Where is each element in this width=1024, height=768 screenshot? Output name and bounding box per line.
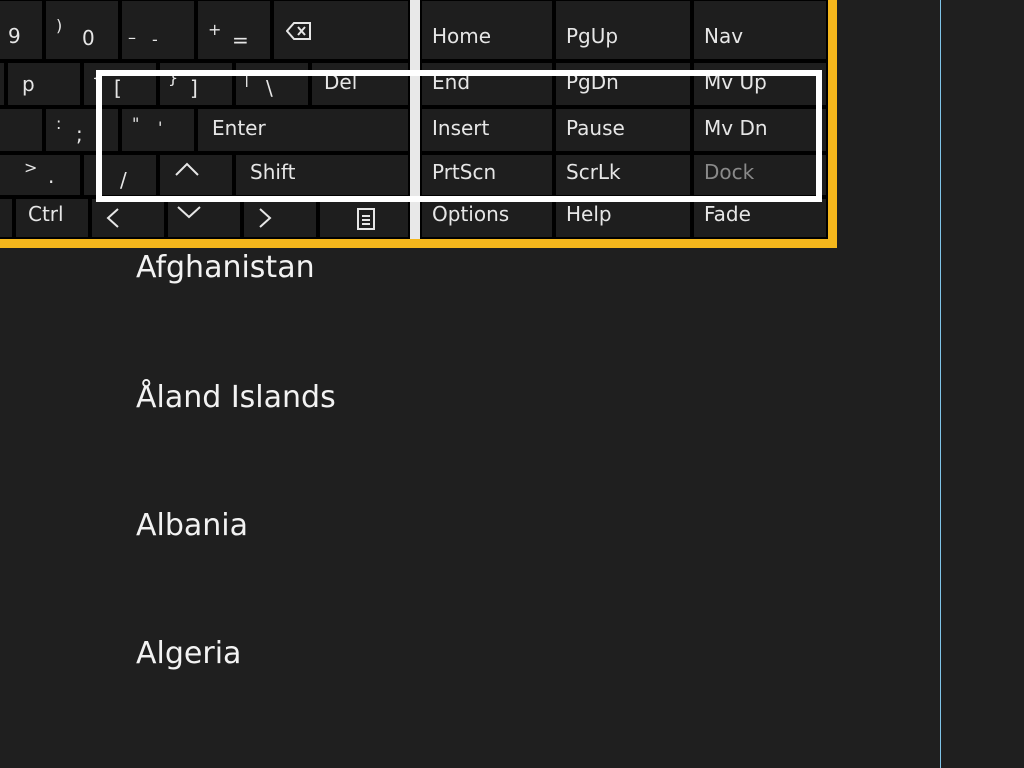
country-item[interactable]: Algeria xyxy=(136,636,241,672)
key-quote[interactable]: " ' xyxy=(120,107,196,153)
key-shift-label: " xyxy=(132,114,140,133)
key-label: ] xyxy=(190,76,198,100)
key-right-bracket[interactable]: } ] xyxy=(158,61,234,107)
key-help[interactable]: Help xyxy=(554,197,692,239)
key-right-arrow[interactable] xyxy=(242,197,318,239)
key-ctrl[interactable]: Ctrl xyxy=(14,197,90,239)
key-label: End xyxy=(432,70,471,94)
key-label: Mv Up xyxy=(704,70,767,94)
key-slash[interactable]: / xyxy=(82,153,158,197)
key-label: - xyxy=(152,30,158,49)
key-backspace[interactable] xyxy=(272,0,410,61)
key-shift-label: } xyxy=(168,68,179,87)
key-pgup[interactable]: PgUp xyxy=(554,0,692,61)
key-insert[interactable]: Insert xyxy=(420,107,554,153)
key-p[interactable]: p xyxy=(6,61,82,107)
key-equals[interactable]: + = xyxy=(196,0,272,61)
key-minus[interactable]: – - xyxy=(120,0,196,61)
on-screen-keyboard: 9 ) 0 – - + = p { [ } ] | \ Del : ; " ' … xyxy=(0,0,837,248)
context-menu-icon xyxy=(356,207,376,235)
key-label: \ xyxy=(266,76,273,100)
key-label: . xyxy=(48,164,55,188)
key-shift-label: : xyxy=(56,114,62,133)
key-label: PrtScn xyxy=(432,160,497,184)
key-dock[interactable]: Dock xyxy=(692,153,828,197)
key-move-down[interactable]: Mv Dn xyxy=(692,107,828,153)
scrollbar-track-line xyxy=(940,0,941,768)
key-label: Nav xyxy=(704,24,744,48)
key-left-arrow[interactable] xyxy=(90,197,166,239)
key-shift-label: + xyxy=(208,20,222,39)
key-label: p xyxy=(22,72,35,96)
backspace-icon xyxy=(285,21,312,45)
key-move-up[interactable]: Mv Up xyxy=(692,61,828,107)
key-period[interactable]: > . xyxy=(0,153,82,197)
key-label: PgDn xyxy=(566,70,619,94)
key-label: Options xyxy=(432,202,510,226)
section-divider xyxy=(410,0,420,239)
key-prtscn[interactable]: PrtScn xyxy=(420,153,554,197)
key-backslash[interactable]: | \ xyxy=(234,61,310,107)
key-label: Dock xyxy=(704,160,755,184)
key-fade[interactable]: Fade xyxy=(692,197,828,239)
key-label: Pause xyxy=(566,116,625,140)
key-label: = xyxy=(232,28,249,52)
key-shift-label: { xyxy=(92,68,103,87)
key-end[interactable]: End xyxy=(420,61,554,107)
key-label: Enter xyxy=(212,116,266,140)
key-label: 9 xyxy=(8,24,21,48)
key-label: Del xyxy=(324,70,358,94)
key-pgdn[interactable]: PgDn xyxy=(554,61,692,107)
key-label: [ xyxy=(114,76,122,100)
country-item[interactable]: Afghanistan xyxy=(136,250,315,286)
key-fn-partial[interactable] xyxy=(0,197,14,239)
country-item[interactable]: Albania xyxy=(136,508,248,544)
key-label: Shift xyxy=(250,160,296,184)
key-label: ; xyxy=(76,122,83,146)
key-label: Fade xyxy=(704,202,751,226)
up-arrow-icon xyxy=(174,159,200,181)
key-shift-label: | xyxy=(244,68,250,87)
key-0[interactable]: ) 0 xyxy=(44,0,120,61)
key-label: PgUp xyxy=(566,24,619,48)
key-home[interactable]: Home xyxy=(420,0,554,61)
key-9[interactable]: 9 xyxy=(0,0,44,61)
key-options[interactable]: Options xyxy=(420,197,554,239)
key-context-menu[interactable] xyxy=(318,197,410,239)
key-down-arrow[interactable] xyxy=(166,197,242,239)
key-enter[interactable]: Enter xyxy=(196,107,410,153)
key-l-partial[interactable] xyxy=(0,107,44,153)
key-label: Insert xyxy=(432,116,490,140)
key-up-arrow[interactable] xyxy=(158,153,234,197)
key-shift-label: > xyxy=(24,158,38,177)
key-shift-label: – xyxy=(128,28,136,47)
key-semicolon[interactable]: : ; xyxy=(44,107,120,153)
key-label: 0 xyxy=(82,26,95,50)
key-nav[interactable]: Nav xyxy=(692,0,828,61)
key-shift[interactable]: Shift xyxy=(234,153,410,197)
key-label: Help xyxy=(566,202,612,226)
key-label: ScrLk xyxy=(566,160,621,184)
key-shift-label: ) xyxy=(56,16,63,35)
key-label: / xyxy=(120,168,127,192)
key-pause[interactable]: Pause xyxy=(554,107,692,153)
left-arrow-icon xyxy=(106,207,120,233)
down-arrow-icon xyxy=(176,201,202,223)
key-label: Mv Dn xyxy=(704,116,768,140)
key-left-bracket[interactable]: { [ xyxy=(82,61,158,107)
key-label: Home xyxy=(432,24,492,48)
key-label: ' xyxy=(158,118,163,137)
key-label: Ctrl xyxy=(28,202,64,226)
country-item[interactable]: Åland Islands xyxy=(136,380,336,416)
key-scrlk[interactable]: ScrLk xyxy=(554,153,692,197)
key-delete[interactable]: Del xyxy=(310,61,410,107)
right-arrow-icon xyxy=(258,207,272,233)
